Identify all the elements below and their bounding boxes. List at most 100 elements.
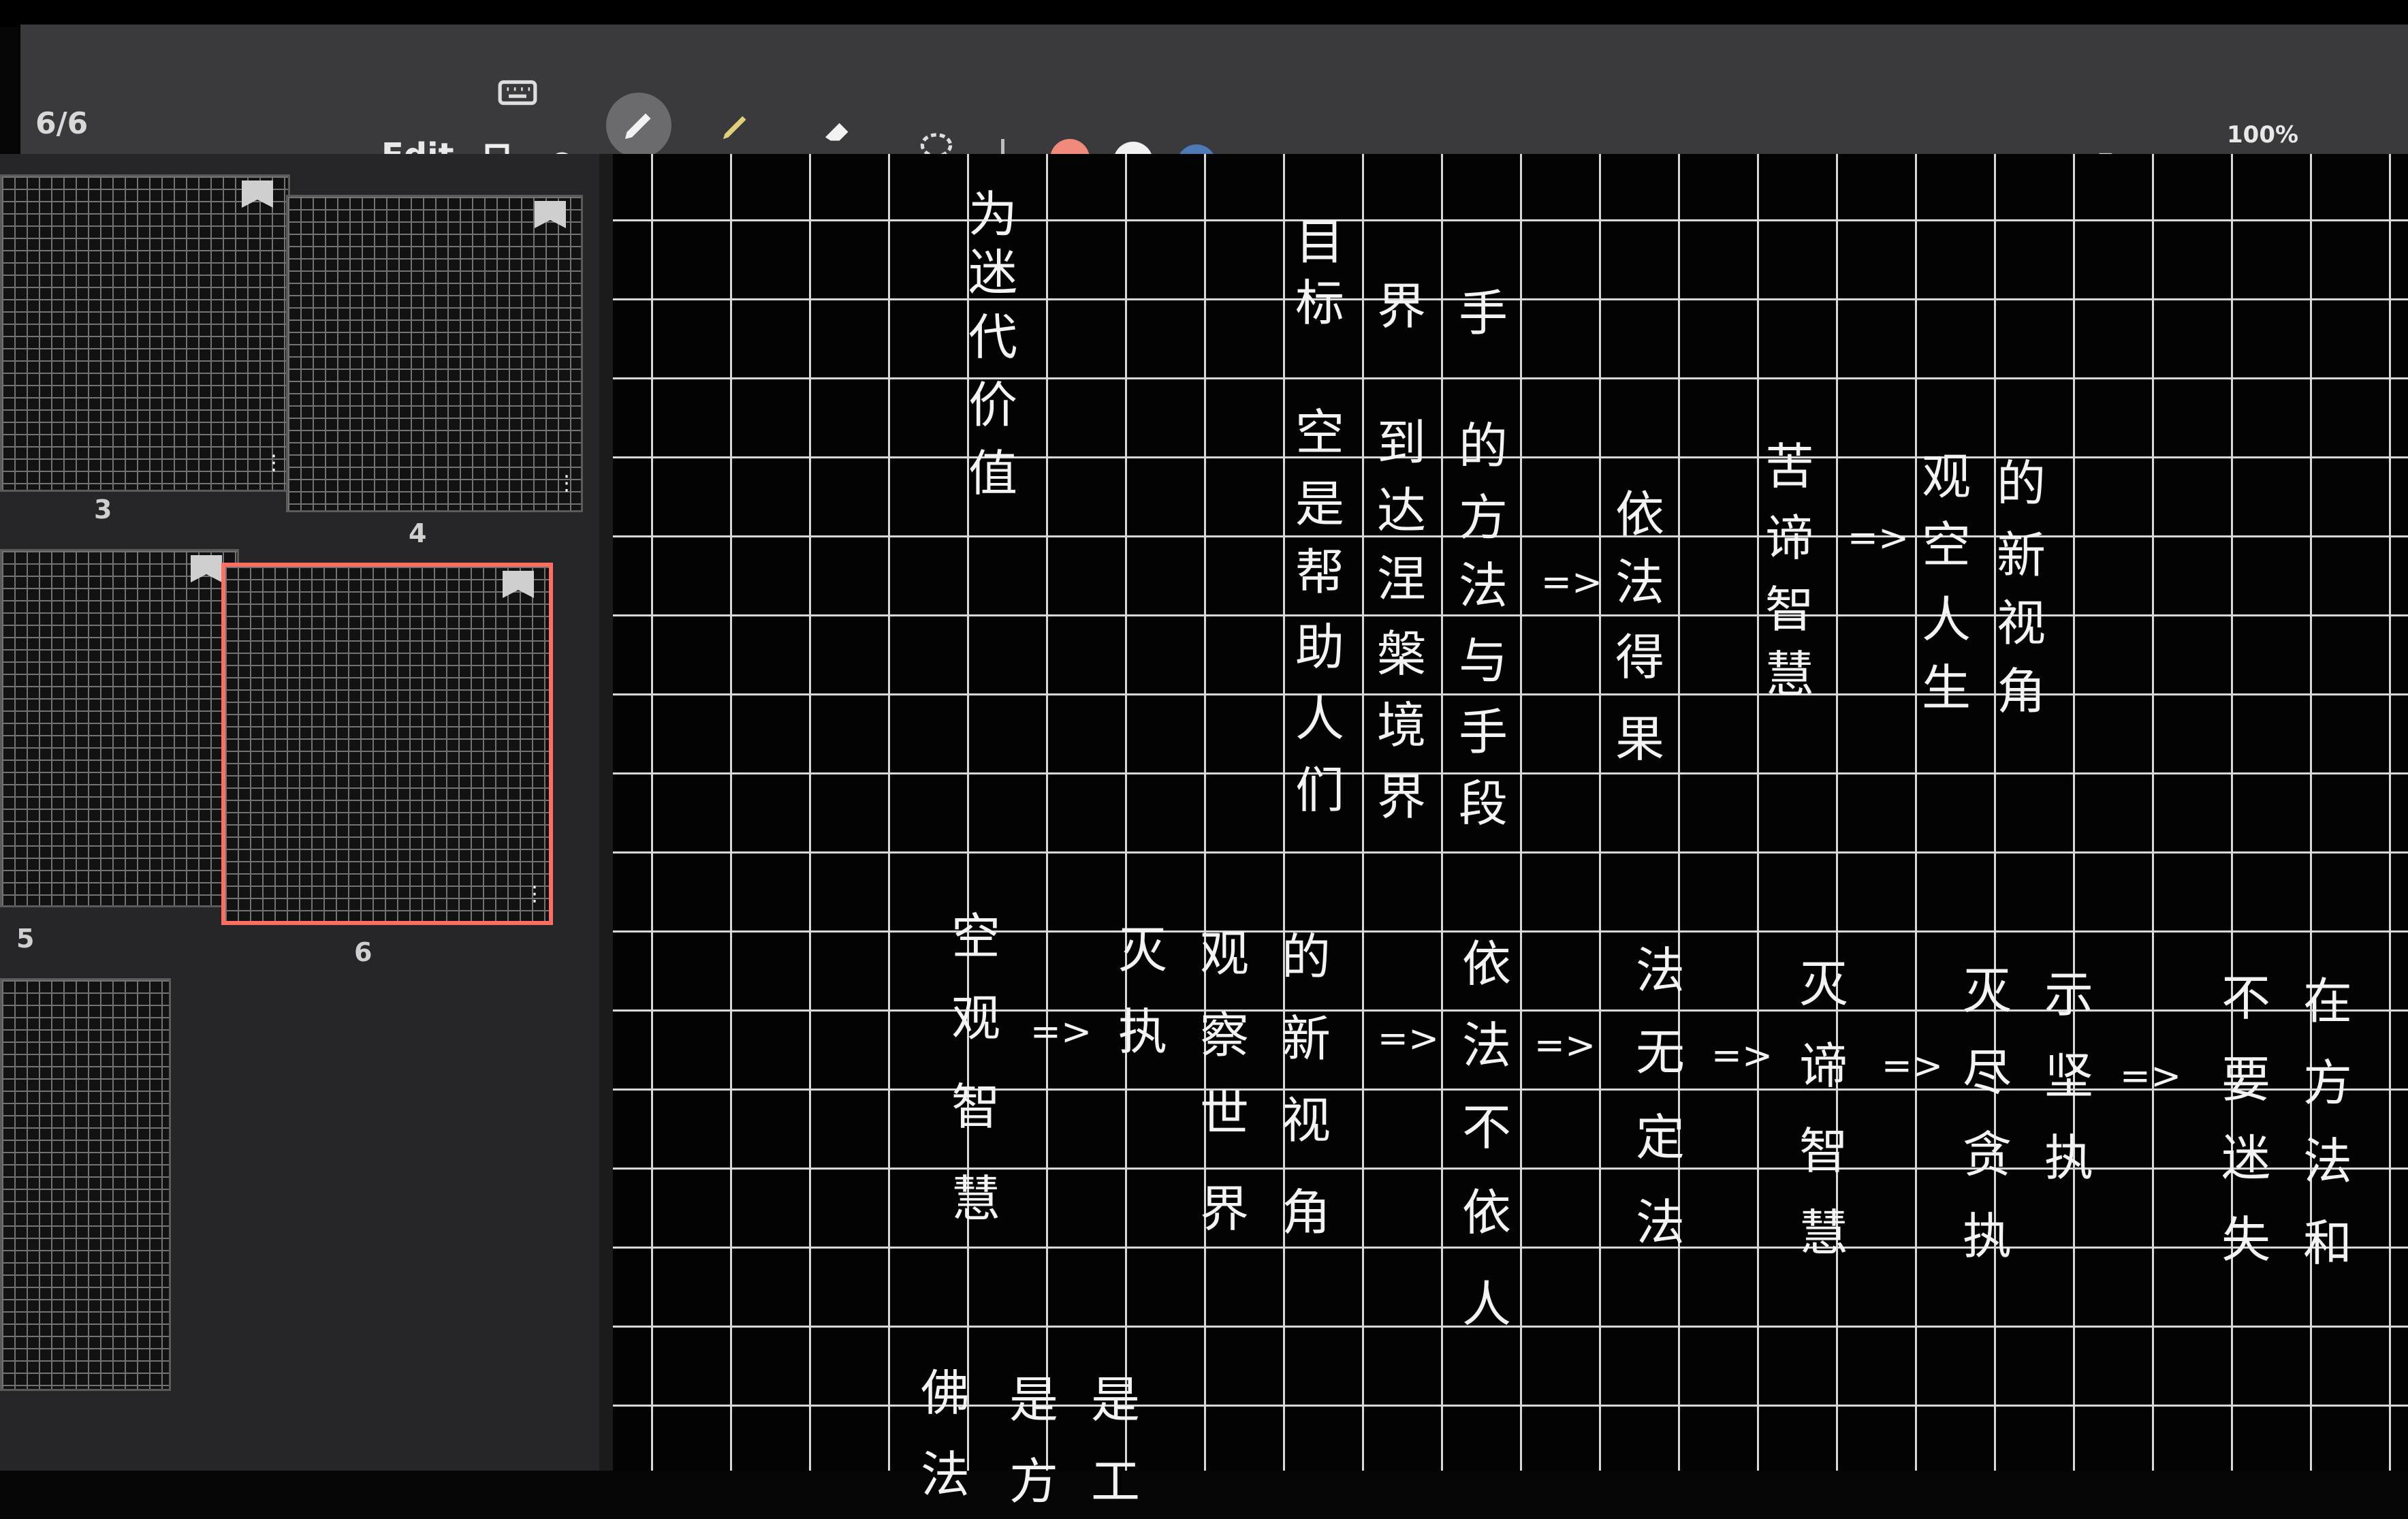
- more-icon[interactable]: ⋮: [212, 868, 233, 889]
- handwritten-char: 人: [1921, 591, 1971, 648]
- handwritten-char: 慧: [1764, 646, 1814, 703]
- pen-icon[interactable]: [606, 93, 671, 158]
- handwritten-char: 方: [1458, 489, 1508, 546]
- handwritten-char: 坚: [2044, 1048, 2093, 1105]
- handwritten-arrow: =>: [1030, 1010, 1092, 1053]
- handwritten-char: 慧: [951, 1170, 1000, 1227]
- handwritten-char: 代: [968, 309, 1017, 366]
- handwritten-char: 依: [1461, 935, 1511, 992]
- handwritten-char: 人: [1461, 1276, 1511, 1333]
- handwritten-char: 贪: [1962, 1126, 2012, 1183]
- handwritten-char: 慧: [1799, 1204, 1848, 1262]
- handwritten-char: 境: [1376, 697, 1426, 754]
- handwritten-char: 方: [2302, 1054, 2352, 1112]
- handwritten-char: 观: [1921, 448, 1971, 505]
- handwritten-char: 达: [1376, 482, 1426, 539]
- handwritten-char: 界: [1376, 768, 1426, 826]
- page-thumbnail-6-selected[interactable]: ⋮: [221, 563, 553, 925]
- handwritten-arrow: =>: [2119, 1054, 2182, 1097]
- more-icon[interactable]: ⋮: [524, 884, 545, 905]
- handwritten-char: 佛: [920, 1364, 970, 1422]
- handwritten-char: 的: [1458, 418, 1508, 475]
- status-battery: 100%: [2227, 121, 2299, 148]
- handwritten-char: 视: [1281, 1092, 1331, 1149]
- handwritten-char: 察: [1199, 1007, 1249, 1064]
- handwritten-char: 段: [1458, 775, 1508, 832]
- handwritten-arrow: =>: [1534, 1024, 1596, 1067]
- page-counter: 6/6: [35, 106, 89, 141]
- handwritten-char: 定: [1635, 1109, 1685, 1166]
- note-canvas-grid[interactable]: 为迷代价值目标界手空到的是达方帮涅法助槃与人境手们界段依法得果苦谛智慧观的空新人…: [613, 154, 2408, 1510]
- handwritten-char: 帮: [1295, 544, 1344, 601]
- handwritten-char: 观: [951, 990, 1000, 1047]
- handwritten-char: 的: [1281, 928, 1331, 986]
- handwritten-char: 角: [1281, 1184, 1331, 1241]
- handwritten-char: 和: [2302, 1215, 2352, 1272]
- handwritten-char: 涅: [1376, 550, 1426, 608]
- handwritten-char: 界: [1199, 1180, 1249, 1238]
- handwritten-char: 槃: [1376, 625, 1426, 683]
- page-thumbnail-2[interactable]: ⋮: [0, 174, 290, 492]
- handwritten-char: 法: [920, 1446, 970, 1503]
- handwritten-char: 法: [2302, 1133, 2352, 1190]
- handwritten-char: 世: [1199, 1085, 1249, 1142]
- thumbnail-label: 4: [409, 518, 427, 548]
- eraser-icon[interactable]: [810, 103, 865, 157]
- handwritten-char: 观: [1199, 925, 1249, 982]
- handwritten-char: 在: [2302, 973, 2352, 1030]
- page-thumbnail-5[interactable]: ⋮: [0, 549, 239, 907]
- handwritten-char: 是: [1090, 1371, 1140, 1428]
- handwritten-char: 生: [1921, 659, 1971, 717]
- handwritten-char: 示: [2044, 966, 2093, 1023]
- handwritten-arrow: =>: [1711, 1034, 1773, 1077]
- handwritten-char: 是: [1009, 1371, 1058, 1428]
- handwritten-char: 法: [1635, 942, 1685, 999]
- thumbnail-label: 5: [16, 924, 35, 954]
- handwritten-char: 法: [1461, 1017, 1511, 1074]
- handwritten-char: 谛: [1764, 510, 1814, 567]
- handwritten-char: 角: [1996, 663, 2046, 720]
- handwritten-char: 标: [1295, 275, 1344, 332]
- handwritten-char: 智: [951, 1078, 1000, 1136]
- handwritten-char: 们: [1295, 762, 1344, 819]
- handwritten-arrow: =>: [1377, 1017, 1440, 1060]
- handwritten-char: 执: [2044, 1129, 2093, 1187]
- handwritten-char: 界: [1376, 278, 1426, 335]
- page-thumbnail-sidebar: ⋮ ⋮ 3 4 ⋮ ⋮ 5 6: [0, 154, 613, 1471]
- handwritten-char: 空: [1921, 516, 1971, 574]
- handwritten-char: 法: [1635, 1194, 1685, 1251]
- handwritten-char: 谛: [1799, 1037, 1848, 1095]
- handwritten-char: 失: [2221, 1211, 2270, 1268]
- handwritten-char: 手: [1458, 285, 1508, 342]
- page-thumbnail-7[interactable]: [0, 978, 171, 1391]
- handwritten-char: 依: [1461, 1184, 1511, 1241]
- handwritten-char: 灭: [1799, 956, 1848, 1013]
- handwritten-char: 灭: [1118, 922, 1167, 979]
- handwritten-char: 价: [968, 377, 1017, 434]
- handwritten-char: 无: [1635, 1024, 1685, 1081]
- page-thumbnail-3-right[interactable]: ⋮: [286, 195, 583, 512]
- handwritten-char: 得: [1615, 629, 1664, 686]
- handwritten-char: 智: [1764, 581, 1814, 638]
- more-icon[interactable]: ⋮: [556, 473, 577, 494]
- handwritten-char: 执: [1962, 1208, 2012, 1265]
- keyboard-icon[interactable]: [490, 65, 545, 120]
- handwritten-char: 法: [1458, 557, 1508, 614]
- handwritten-char: 工: [1090, 1453, 1140, 1510]
- handwritten-char: 视: [1996, 595, 2046, 652]
- handwritten-arrow: =>: [1881, 1044, 1944, 1087]
- highlighter-icon[interactable]: [708, 99, 763, 154]
- handwritten-char: 不: [1461, 1099, 1511, 1156]
- handwritten-char: 迷: [2221, 1129, 2270, 1187]
- handwritten-char: 法: [1615, 554, 1664, 611]
- device-bezel: [0, 0, 2408, 27]
- top-toolbar: A 100%: [20, 25, 2408, 224]
- handwritten-char: 果: [1615, 710, 1664, 768]
- handwritten-char: 人: [1295, 690, 1344, 747]
- handwritten-char: 是: [1295, 475, 1344, 533]
- handwritten-char: 新: [1281, 1010, 1331, 1067]
- more-icon[interactable]: ⋮: [264, 453, 284, 473]
- handwritten-char: 空: [1295, 404, 1344, 461]
- handwritten-char: 助: [1295, 618, 1344, 676]
- handwritten-char: 依: [1615, 486, 1664, 543]
